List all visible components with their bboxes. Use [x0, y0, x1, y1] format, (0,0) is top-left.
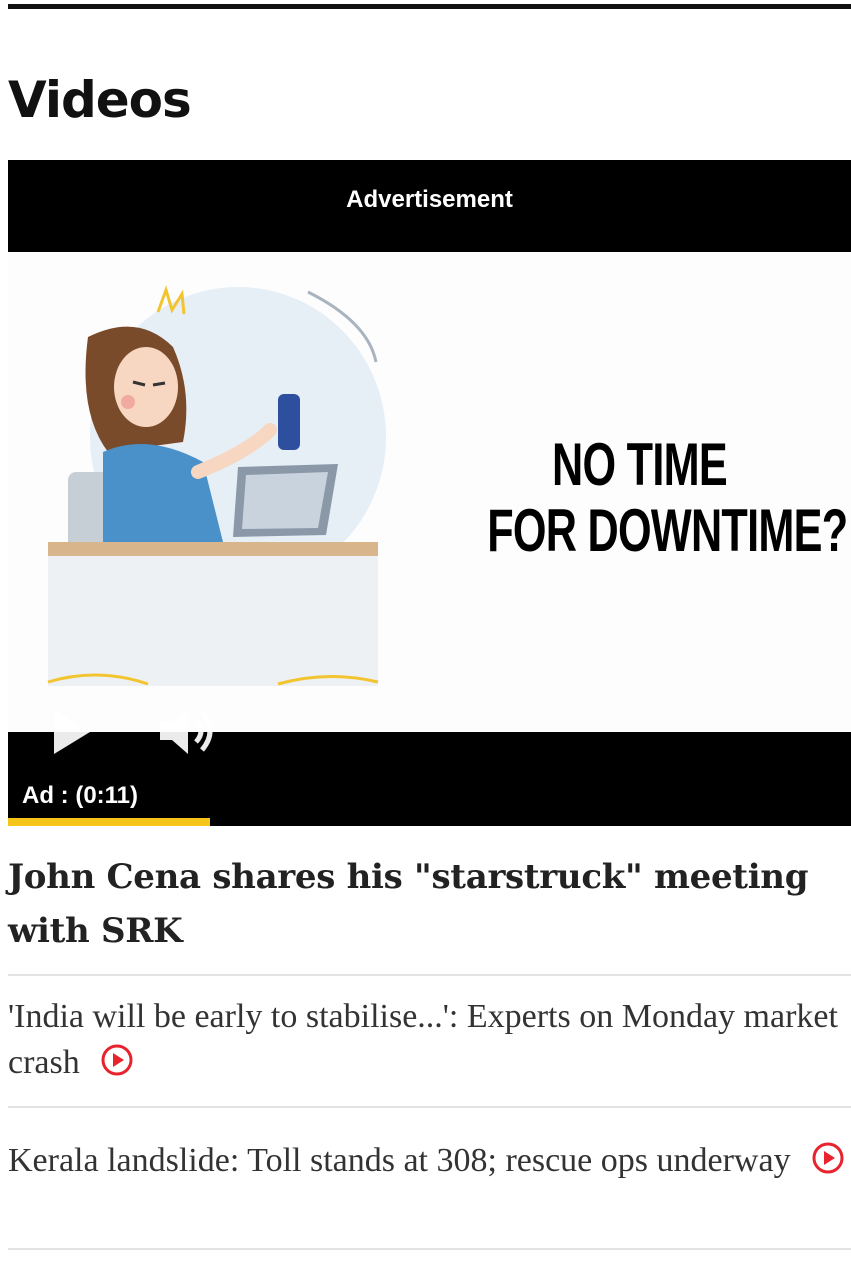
featured-story[interactable]: John Cena shares his "starstruck" meetin… — [8, 850, 851, 976]
video-controls: Ad : (0:11) — [8, 708, 851, 826]
ad-progress-fill — [8, 818, 211, 826]
ad-tagline: NO TIME FOR DOWNTIME? — [487, 431, 848, 564]
featured-story-title[interactable]: John Cena shares his "starstruck" meetin… — [8, 850, 851, 958]
section-title: Videos — [8, 71, 192, 129]
ad-tagline-line1: NO TIME — [552, 431, 728, 498]
ad-label: Advertisement — [8, 160, 851, 252]
play-circle-icon[interactable] — [811, 1141, 845, 1175]
ad-illustration — [47, 285, 386, 686]
list-item[interactable]: 'India will be early to stabilise...': E… — [8, 976, 851, 1108]
list-item[interactable]: Kerala landslide: Toll stands at 308; re… — [8, 1108, 851, 1250]
play-circle-icon[interactable] — [100, 1043, 134, 1077]
video-ad-player[interactable]: NO TIME FOR DOWNTIME? — [8, 252, 851, 732]
ad-tagline-line2: FOR DOWNTIME? — [487, 497, 848, 564]
play-icon[interactable] — [46, 706, 94, 758]
volume-icon[interactable] — [154, 702, 218, 760]
ad-countdown: Ad : (0:11) — [22, 782, 139, 809]
top-divider — [8, 4, 851, 9]
ad-progress-track — [8, 818, 851, 826]
story-link[interactable]: Kerala landslide: Toll stands at 308; re… — [8, 1142, 791, 1179]
